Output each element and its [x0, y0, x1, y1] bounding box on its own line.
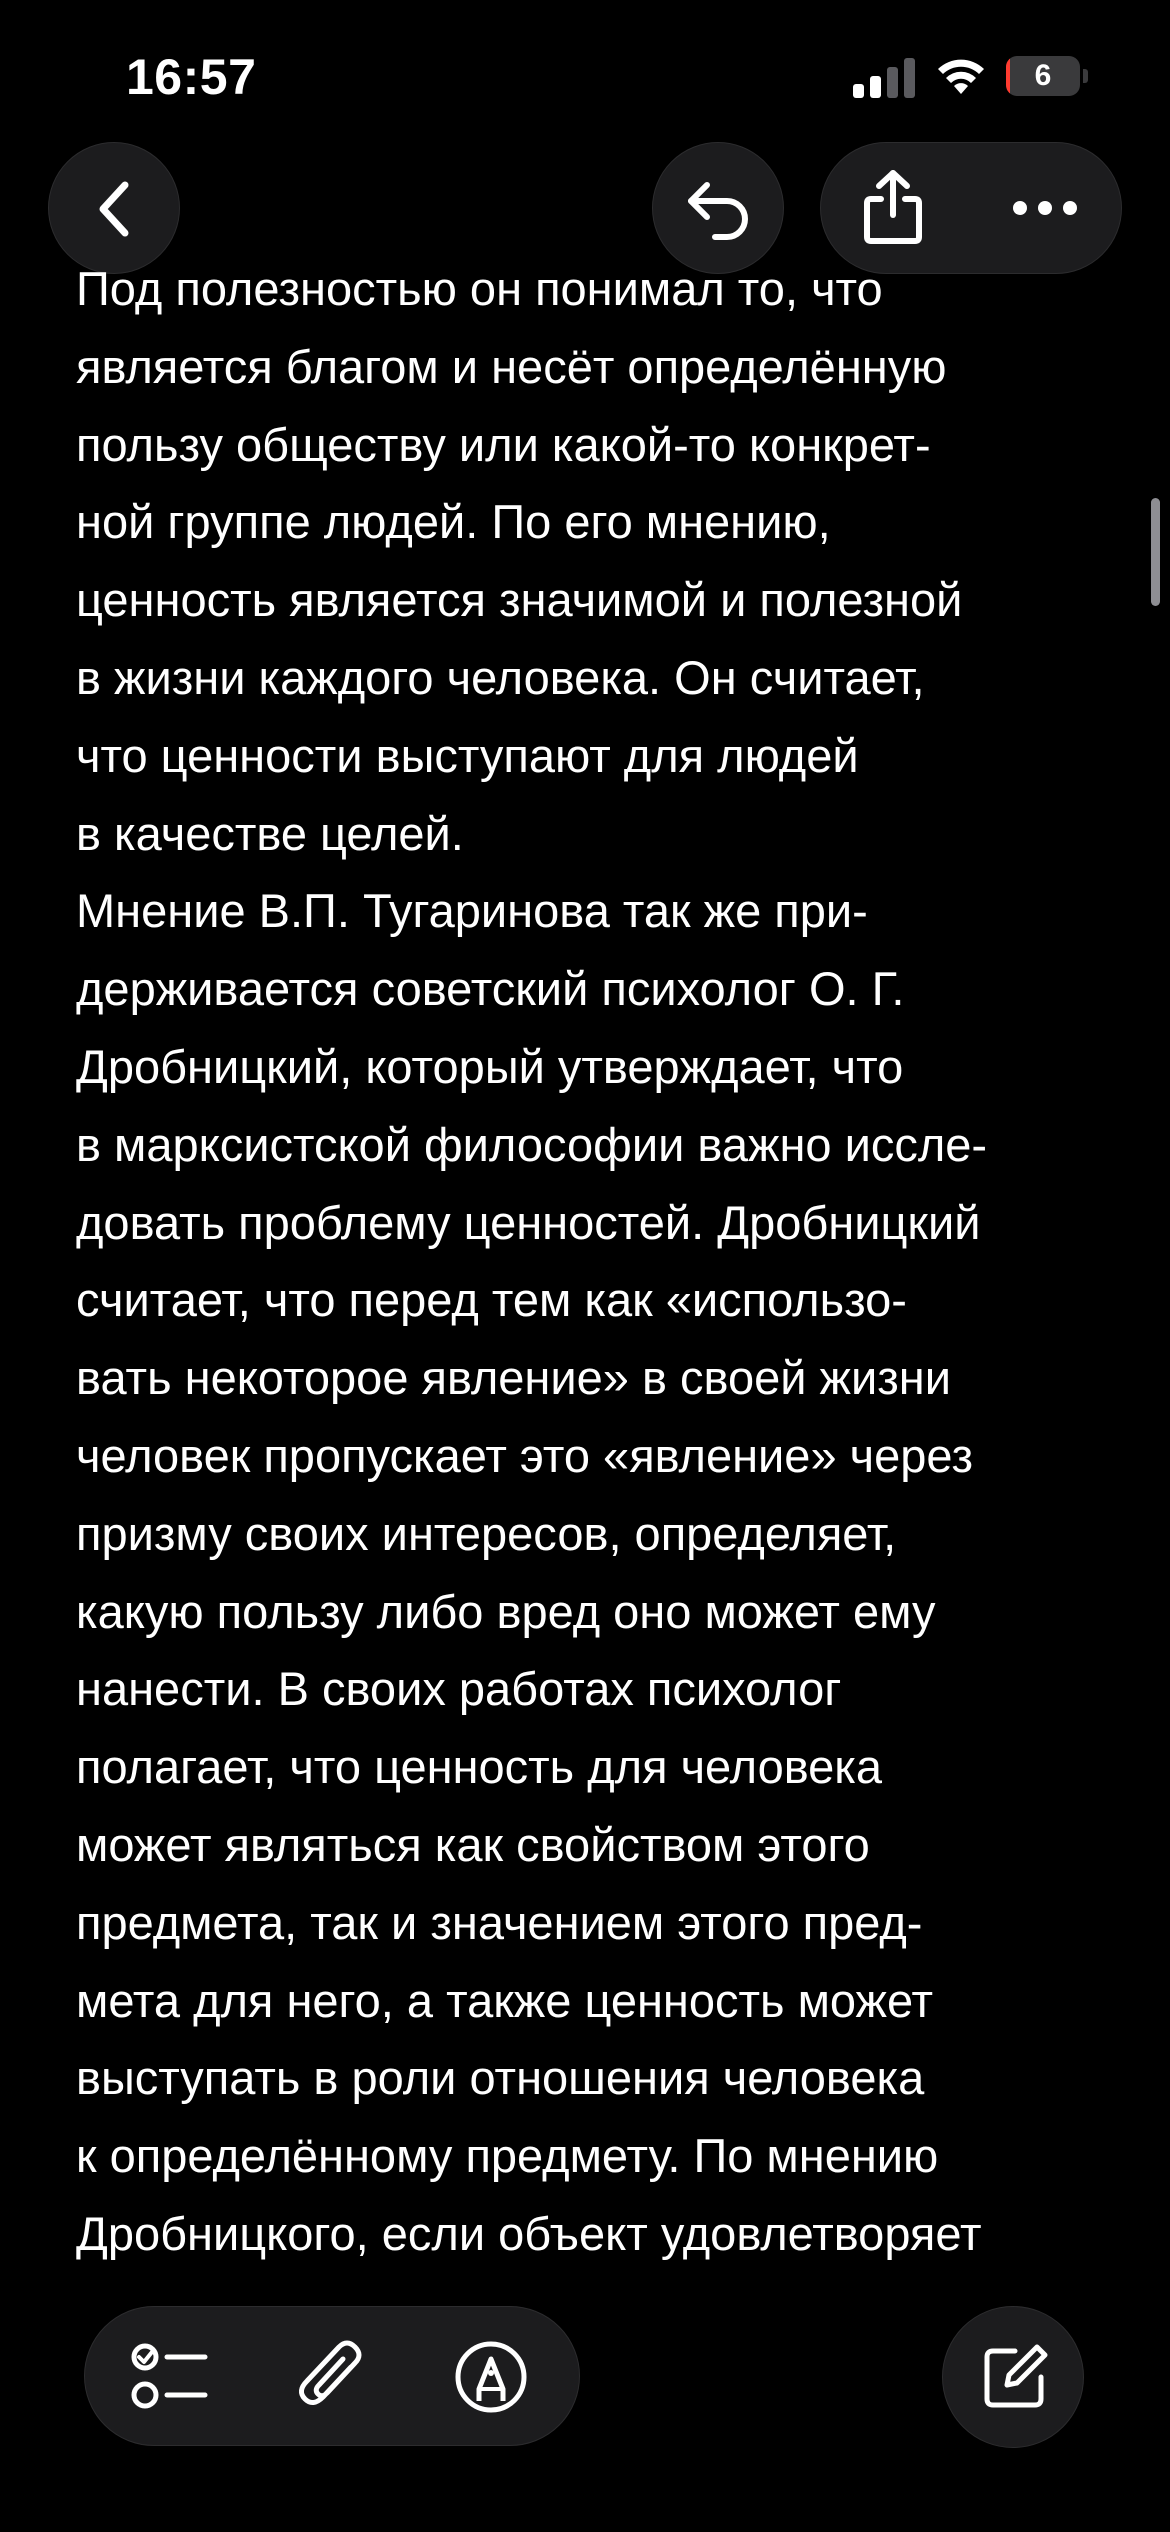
wifi-icon	[938, 59, 984, 94]
ellipsis-icon	[1013, 201, 1077, 215]
battery-indicator: 6	[1006, 56, 1088, 96]
note-line: может являться как свойством этого	[76, 1817, 870, 1871]
note-line: в марксистской философии важно иссле-	[76, 1117, 988, 1171]
note-line: выступать в роли отношения человека	[76, 2051, 925, 2105]
note-line: Под полезностью он понимал то, что	[76, 272, 883, 315]
status-bar: 16:57 6	[0, 0, 1170, 140]
share-button[interactable]	[821, 143, 972, 275]
cellular-signal-icon	[853, 58, 915, 98]
status-time: 16:57	[126, 49, 257, 105]
battery-body: 6	[1006, 56, 1080, 96]
scroll-indicator[interactable]	[1151, 498, 1160, 606]
battery-tip	[1083, 69, 1088, 83]
note-line: держивается советский психолог О. Г.	[76, 962, 905, 1016]
note-body[interactable]: Под полезностью он понимал то, что являет…	[76, 272, 1116, 2268]
compose-icon	[984, 2344, 1048, 2408]
undo-button[interactable]	[652, 142, 784, 274]
note-line: нанести. В своих работах психолог	[76, 1662, 842, 1716]
actions-group	[820, 142, 1122, 274]
note-line: Дробницкого, если объект удовлетворяет	[76, 2206, 982, 2260]
note-line: в качестве целей.	[76, 806, 464, 860]
note-line: Дробницкий, который утверждает, что	[76, 1039, 904, 1093]
note-line: Мнение В.П. Тугаринова так же при-	[76, 884, 868, 938]
note-line: что ценности выступают для людей	[76, 728, 859, 782]
note-line: человек пропускает это «явление» через	[76, 1428, 974, 1482]
battery-level: 6	[1034, 59, 1052, 92]
attachment-button[interactable]	[273, 2327, 393, 2427]
more-button[interactable]	[972, 143, 1123, 275]
note-line: к определённому предмету. По мнению	[76, 2129, 939, 2183]
bottom-toolbar	[84, 2306, 580, 2446]
chevron-left-icon	[99, 181, 129, 237]
note-line: мета для него, а также ценность может	[76, 1973, 934, 2027]
note-text: Под полезностью он понимал то, что являет…	[76, 272, 1116, 2268]
note-line: какую пользу либо вред оно может ему	[76, 1584, 936, 1638]
checklist-button[interactable]	[115, 2327, 235, 2427]
note-line: пользу обществу или какой-то конкрет-	[76, 417, 931, 471]
note-line: в жизни каждого человека. Он считает,	[76, 650, 925, 704]
compose-button[interactable]	[942, 2306, 1084, 2448]
undo-icon	[688, 182, 748, 240]
back-button[interactable]	[48, 142, 180, 274]
markup-button[interactable]	[431, 2327, 551, 2427]
note-line: полагает, что ценность для человека	[76, 1740, 883, 1794]
note-line: довать проблему ценностей. Дробницкий	[76, 1195, 981, 1249]
note-line: является благом и несёт определённую	[76, 339, 947, 393]
markup-pen-icon	[455, 2341, 527, 2413]
checklist-icon	[131, 2343, 208, 2409]
note-line: предмета, так и значением этого пред-	[76, 1895, 923, 1949]
note-line: ценность является значимой и полезной	[76, 573, 963, 627]
note-line: считает, что перед тем как «использо-	[76, 1273, 907, 1327]
note-line: ной группе людей. По его мнению,	[76, 495, 831, 549]
note-line: вать некоторое явление» в своей жизни	[76, 1351, 951, 1405]
paperclip-icon	[299, 2340, 362, 2405]
note-line: призму своих интересов, определяет,	[76, 1506, 897, 1560]
share-icon	[864, 170, 922, 244]
